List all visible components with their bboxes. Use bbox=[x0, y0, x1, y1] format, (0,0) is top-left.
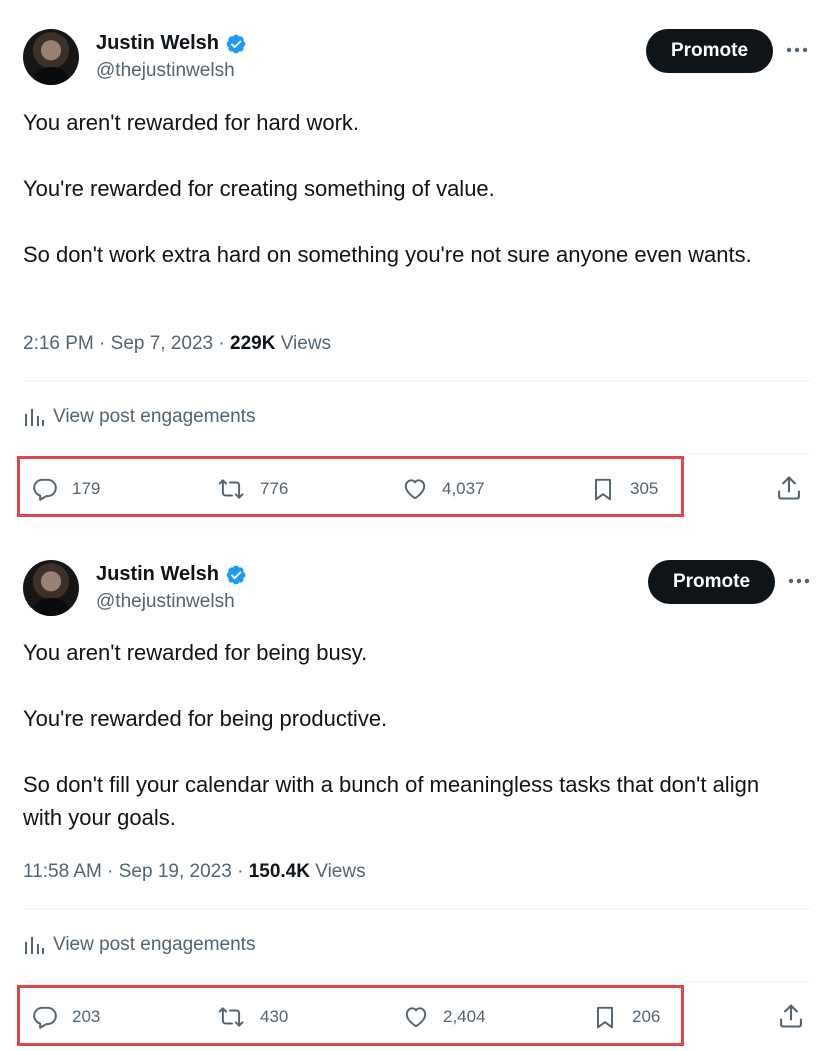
post-line: You aren't rewarded for hard work. bbox=[23, 110, 360, 135]
views-count: 229K bbox=[230, 333, 276, 354]
post-line: You aren't rewarded for being busy. bbox=[23, 640, 368, 665]
author-name[interactable]: Justin Welsh bbox=[96, 32, 219, 55]
verified-badge-icon bbox=[226, 34, 246, 53]
divider bbox=[23, 908, 811, 909]
post-line: So don't fill your calendar with a bunch… bbox=[23, 772, 760, 830]
view-engagements-link[interactable]: View post engagements bbox=[23, 406, 255, 428]
promote-button[interactable]: Promote bbox=[646, 29, 773, 73]
bookmark-icon bbox=[596, 1006, 614, 1029]
reply-count: 203 bbox=[72, 1007, 101, 1026]
repost-count: 776 bbox=[260, 479, 289, 498]
post-meta: 11:58 AM · Sep 19, 2023 · 150.4K Views bbox=[23, 861, 366, 883]
author-row: Justin Welsh bbox=[96, 32, 247, 55]
author-handle[interactable]: @thejustinwelsh bbox=[96, 60, 235, 82]
analytics-icon bbox=[25, 409, 44, 426]
reply-button[interactable]: 203 bbox=[32, 1004, 100, 1030]
reply-button[interactable]: 179 bbox=[32, 476, 100, 502]
more-options-icon[interactable] bbox=[785, 38, 809, 62]
repost-icon bbox=[218, 479, 244, 499]
divider bbox=[23, 453, 811, 454]
post-meta: 2:16 PM · Sep 7, 2023 · 229K Views bbox=[23, 333, 331, 355]
analytics-icon bbox=[25, 937, 44, 954]
post-body: You aren't rewarded for hard work. You'r… bbox=[23, 106, 813, 271]
highlight-box bbox=[17, 985, 684, 1046]
divider bbox=[23, 981, 811, 982]
post-1: Justin Welsh @thejustinwelsh Promote You… bbox=[0, 0, 830, 528]
verified-badge-icon bbox=[226, 565, 246, 584]
author-handle[interactable]: @thejustinwelsh bbox=[96, 591, 235, 613]
bookmark-icon bbox=[594, 478, 612, 501]
views-label: Views bbox=[275, 333, 332, 354]
repost-count: 430 bbox=[260, 1007, 289, 1026]
post-2: Justin Welsh @thejustinwelsh Promote You… bbox=[0, 528, 830, 1051]
avatar[interactable] bbox=[23, 29, 79, 85]
reply-icon bbox=[33, 1006, 57, 1029]
timestamp[interactable]: 11:58 AM · Sep 19, 2023 · bbox=[23, 861, 249, 882]
repost-button[interactable]: 776 bbox=[216, 476, 288, 502]
heart-icon bbox=[405, 1007, 427, 1028]
view-engagements-link[interactable]: View post engagements bbox=[23, 934, 255, 956]
reply-count: 179 bbox=[72, 479, 101, 498]
post-line: So don't work extra hard on something yo… bbox=[23, 242, 752, 267]
engagements-label: View post engagements bbox=[53, 934, 256, 955]
share-icon[interactable] bbox=[777, 1002, 805, 1030]
highlight-box bbox=[17, 456, 684, 517]
promote-button[interactable]: Promote bbox=[648, 560, 775, 604]
bookmark-count: 305 bbox=[630, 479, 659, 498]
like-button[interactable]: 4,037 bbox=[402, 476, 485, 502]
author-name[interactable]: Justin Welsh bbox=[96, 563, 219, 586]
views-count: 150.4K bbox=[248, 861, 310, 882]
share-icon[interactable] bbox=[775, 474, 803, 502]
post-line: You're rewarded for being productive. bbox=[23, 706, 388, 731]
bookmark-button[interactable]: 305 bbox=[590, 476, 658, 502]
heart-icon bbox=[404, 479, 426, 500]
like-button[interactable]: 2,404 bbox=[403, 1004, 486, 1030]
more-options-icon[interactable] bbox=[787, 569, 811, 593]
post-body: You aren't rewarded for being busy. You'… bbox=[23, 636, 813, 834]
engagements-label: View post engagements bbox=[53, 406, 256, 427]
post-line: You're rewarded for creating something o… bbox=[23, 176, 495, 201]
like-count: 4,037 bbox=[442, 479, 485, 498]
avatar[interactable] bbox=[23, 560, 79, 616]
views-label: Views bbox=[309, 861, 366, 882]
repost-button[interactable]: 430 bbox=[216, 1004, 288, 1030]
author-row: Justin Welsh bbox=[96, 563, 247, 586]
bookmark-count: 206 bbox=[632, 1007, 661, 1026]
repost-icon bbox=[218, 1007, 244, 1027]
timestamp[interactable]: 2:16 PM · Sep 7, 2023 · bbox=[23, 333, 230, 354]
reply-icon bbox=[33, 478, 57, 501]
bookmark-button[interactable]: 206 bbox=[592, 1004, 660, 1030]
like-count: 2,404 bbox=[443, 1007, 486, 1026]
divider bbox=[23, 380, 811, 381]
